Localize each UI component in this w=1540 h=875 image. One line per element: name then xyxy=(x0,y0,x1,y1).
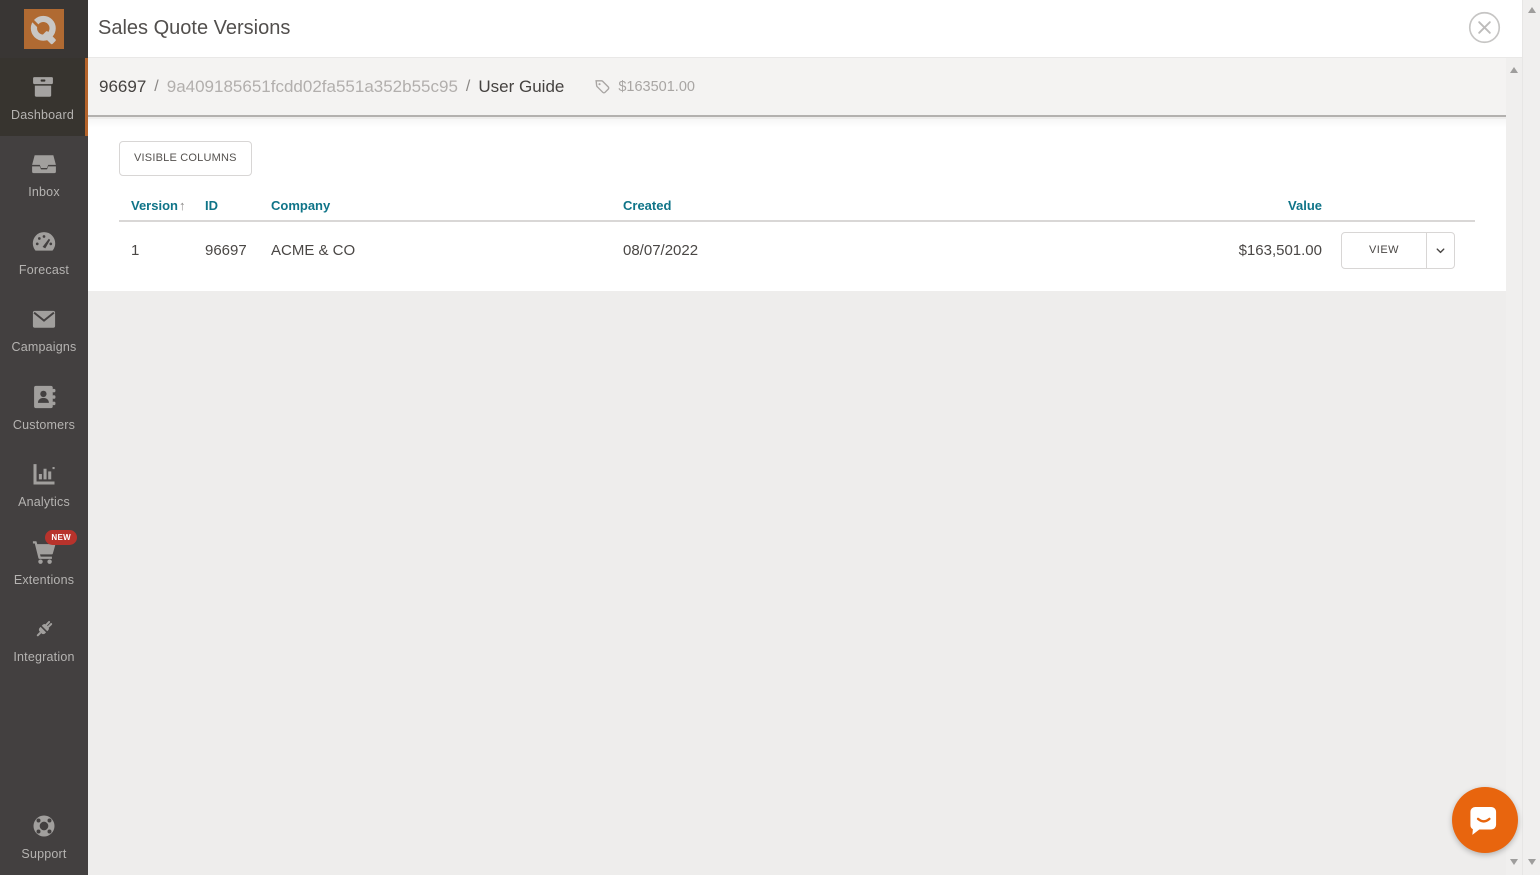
column-header-label: Version xyxy=(131,198,178,213)
outer-scrollbar[interactable] xyxy=(1522,0,1540,875)
close-icon[interactable] xyxy=(1468,11,1501,44)
sidebar-item-label: Integration xyxy=(13,650,74,664)
view-dropdown-button[interactable] xyxy=(1427,233,1454,268)
sidebar-item-analytics[interactable]: Analytics xyxy=(0,446,88,524)
page-title: Sales Quote Versions xyxy=(88,17,290,40)
scroll-up-icon[interactable] xyxy=(1528,7,1536,13)
chevron-down-icon xyxy=(1434,244,1447,257)
sidebar-item-inbox[interactable]: Inbox xyxy=(0,136,88,214)
table-row: 1 96697 ACME & CO 08/07/2022 $163,501.00… xyxy=(119,222,1475,278)
view-button[interactable]: VIEW xyxy=(1342,233,1427,268)
modal-body: VISIBLE COLUMNS Version↑ ID Company Crea… xyxy=(88,119,1506,875)
versions-card: VISIBLE COLUMNS Version↑ ID Company Crea… xyxy=(88,119,1506,291)
versions-table: Version↑ ID Company Created Value 1 9669… xyxy=(119,190,1475,278)
sidebar-item-integration[interactable]: Integration xyxy=(0,601,88,679)
scroll-down-icon[interactable] xyxy=(1528,859,1536,865)
sidebar-item-label: Extentions xyxy=(14,573,74,587)
bar-chart-icon xyxy=(27,459,61,489)
scroll-down-icon[interactable] xyxy=(1510,859,1518,865)
archive-box-icon xyxy=(26,72,60,102)
cell-created: 08/07/2022 xyxy=(611,242,1191,259)
quote-value-text: $163501.00 xyxy=(618,79,695,95)
modal-header: Sales Quote Versions xyxy=(88,0,1522,58)
breadcrumb-separator: / xyxy=(466,78,470,96)
sidebar-item-support[interactable]: Support xyxy=(0,797,88,875)
view-split-button: VIEW xyxy=(1341,232,1455,269)
app-logo[interactable] xyxy=(0,0,88,58)
inbox-tray-icon xyxy=(27,149,61,179)
envelope-icon xyxy=(27,304,61,334)
chat-widget-button[interactable] xyxy=(1452,787,1518,853)
column-header-created[interactable]: Created xyxy=(611,198,1191,213)
sidebar-item-label: Customers xyxy=(13,418,75,432)
scroll-up-icon[interactable] xyxy=(1510,67,1518,73)
cell-version: 1 xyxy=(119,242,193,259)
sort-ascending-icon: ↑ xyxy=(179,198,186,213)
table-header-row: Version↑ ID Company Created Value xyxy=(119,190,1475,222)
cell-company: ACME & CO xyxy=(259,242,611,259)
sidebar-item-dashboard[interactable]: Dashboard xyxy=(0,58,88,136)
sidebar-item-label: Inbox xyxy=(28,185,60,199)
inner-scrollbar[interactable] xyxy=(1506,58,1522,875)
sidebar-item-campaigns[interactable]: Campaigns xyxy=(0,291,88,369)
sidebar-item-label: Campaigns xyxy=(11,340,76,354)
breadcrumb-hash: 9a409185651fcdd02fa551a352b55c95 xyxy=(167,77,458,97)
column-header-id[interactable]: ID xyxy=(193,198,259,213)
sidebar-item-label: Support xyxy=(21,847,66,861)
sidebar-item-forecast[interactable]: Forecast xyxy=(0,213,88,291)
shopping-cart-icon: NEW xyxy=(27,537,61,567)
breadcrumb-separator: / xyxy=(154,78,158,96)
quote-value-tag: $163501.00 xyxy=(594,78,695,95)
sidebar-item-label: Analytics xyxy=(18,495,70,509)
cell-id: 96697 xyxy=(193,242,259,259)
sidebar-item-label: Dashboard xyxy=(11,108,74,122)
life-ring-icon xyxy=(27,811,61,841)
new-badge: NEW xyxy=(45,530,77,545)
visible-columns-button[interactable]: VISIBLE COLUMNS xyxy=(119,141,252,176)
cell-actions: VIEW xyxy=(1341,232,1475,269)
breadcrumb-page: User Guide xyxy=(478,77,564,97)
breadcrumb: 96697 / 9a409185651fcdd02fa551a352b55c95… xyxy=(88,58,1506,117)
gauge-icon xyxy=(27,227,61,257)
column-header-version[interactable]: Version↑ xyxy=(119,198,193,213)
sidebar-item-extentions[interactable]: NEW Extentions xyxy=(0,523,88,601)
sidebar-item-customers[interactable]: Customers xyxy=(0,368,88,446)
logo-q-icon xyxy=(24,9,64,49)
address-book-icon xyxy=(27,382,61,412)
price-tag-icon xyxy=(594,78,611,95)
column-header-value[interactable]: Value xyxy=(1191,198,1341,213)
breadcrumb-quote-id: 96697 xyxy=(99,77,146,97)
sidebar-item-label: Forecast xyxy=(19,263,69,277)
chat-bubble-icon xyxy=(1466,801,1504,839)
column-header-company[interactable]: Company xyxy=(259,198,611,213)
plug-icon xyxy=(27,614,61,644)
cell-value: $163,501.00 xyxy=(1191,242,1341,259)
sidebar: Dashboard Inbox Forecast xyxy=(0,0,88,875)
